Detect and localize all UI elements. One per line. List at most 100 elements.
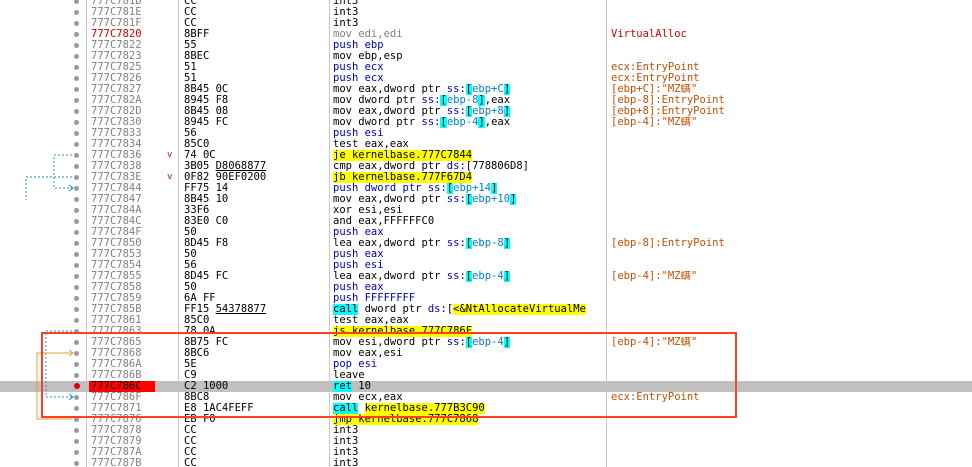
instruction-text[interactable]: push ecx — [333, 73, 606, 84]
instruction-row[interactable]: 777C784C 83E0 C0 and eax,FFFFFFC0 — [0, 216, 972, 227]
instruction-row[interactable]: 777C781F CC int3 — [0, 18, 972, 29]
instruction-row[interactable]: 777C7871 E8 1AC4FEFF call kernelbase.777B3… — [0, 403, 972, 414]
instruction-text[interactable]: mov dword ptr ss:[ebp-4],eax — [333, 117, 606, 128]
instruction-row[interactable]: 777C7850 8D45 F8 lea eax,dword ptr ss:[ebp… — [0, 238, 972, 249]
instruction-address[interactable]: 777C7876 — [91, 414, 161, 425]
instruction-text[interactable]: pop esi — [333, 359, 606, 370]
instruction-row[interactable]: 777C782A 8945 F8 mov dword ptr ss:[ebp-8],… — [0, 95, 972, 106]
instruction-address[interactable]: 777C786F — [91, 392, 161, 403]
instruction-address[interactable]: 777C7825 — [91, 62, 161, 73]
instruction-address[interactable]: 777C7820 — [91, 29, 161, 40]
instruction-address[interactable]: 777C781D — [91, 0, 161, 7]
instruction-row[interactable]: 777C781D CC int3 — [0, 0, 972, 7]
instruction-address[interactable]: 777C7855 — [91, 271, 161, 282]
instruction-address[interactable]: 777C786A — [91, 359, 161, 370]
instruction-text[interactable]: mov eax,dword ptr ss:[ebp+C] — [333, 84, 606, 95]
instruction-text[interactable]: int3 — [333, 7, 606, 18]
instruction-text[interactable]: int3 — [333, 425, 606, 436]
instruction-address[interactable]: 777C7822 — [91, 40, 161, 51]
instruction-row[interactable]: 777C781E CC int3 — [0, 7, 972, 18]
instruction-row[interactable]: 777C783E v 0F82 90EF0200 jb kernelbase.777F… — [0, 172, 972, 183]
instruction-text[interactable]: push ecx — [333, 62, 606, 73]
instruction-text[interactable]: push FFFFFFFF — [333, 293, 606, 304]
instruction-row[interactable]: 777C7879 CC int3 — [0, 436, 972, 447]
instruction-text[interactable]: call dword ptr ds:[<&NtAllocateVirtualMe — [333, 304, 606, 315]
instruction-text[interactable]: int3 — [333, 458, 606, 467]
instruction-row[interactable]: 777C785B FF15 54378877 call dword ptr ds:[… — [0, 304, 972, 315]
instruction-text[interactable]: int3 — [333, 447, 606, 458]
instruction-row[interactable]: 777C787A CC int3 — [0, 447, 972, 458]
instruction-address[interactable]: 777C7863 — [91, 326, 161, 337]
instruction-address[interactable]: 777C781F — [91, 18, 161, 29]
instruction-text[interactable]: push eax — [333, 227, 606, 238]
instruction-address[interactable]: 777C7859 — [91, 293, 161, 304]
instruction-text[interactable]: mov eax,dword ptr ss:[ebp+10] — [333, 194, 606, 205]
instruction-text[interactable]: mov esi,dword ptr ss:[ebp-4] — [333, 337, 606, 348]
instruction-row[interactable]: 777C784F 50 push eax — [0, 227, 972, 238]
instruction-text[interactable]: cmp eax,dword ptr ds:[778806D8] — [333, 161, 606, 172]
instruction-text[interactable]: leave — [333, 370, 606, 381]
instruction-address[interactable]: 777C781E — [91, 7, 161, 18]
instruction-row[interactable]: 777C7830 8945 FC mov dword ptr ss:[ebp-4],… — [0, 117, 972, 128]
instruction-address[interactable]: 777C7878 — [91, 425, 161, 436]
instruction-address[interactable]: 777C7879 — [91, 436, 161, 447]
instruction-address[interactable]: 777C7827 — [91, 84, 161, 95]
instruction-row[interactable]: 777C7853 50 push eax — [0, 249, 972, 260]
instruction-row[interactable]: 777C7822 55 push ebp — [0, 40, 972, 51]
instruction-row[interactable]: 777C7823 8BEC mov ebp,esp — [0, 51, 972, 62]
instruction-text[interactable]: js kernelbase.777C786F — [333, 326, 606, 337]
instruction-row[interactable]: 777C7833 56 push esi — [0, 128, 972, 139]
instruction-row[interactable]: 777C7858 50 push eax — [0, 282, 972, 293]
instruction-address[interactable]: 777C7854 — [91, 260, 161, 271]
instruction-address[interactable]: 777C786C — [89, 381, 155, 392]
instruction-address[interactable]: 777C7830 — [91, 117, 161, 128]
instruction-address[interactable]: 777C782A — [91, 95, 161, 106]
instruction-address[interactable]: 777C7833 — [91, 128, 161, 139]
instruction-address[interactable]: 777C7868 — [91, 348, 161, 359]
instruction-address[interactable]: 777C7861 — [91, 315, 161, 326]
instruction-row[interactable]: 777C7855 8D45 FC lea eax,dword ptr ss:[ebp… — [0, 271, 972, 282]
instruction-text[interactable]: mov edi,edi — [333, 29, 606, 40]
instruction-text[interactable]: mov ecx,eax — [333, 392, 606, 403]
instruction-row[interactable]: 777C7868 8BC6 mov eax,esi — [0, 348, 972, 359]
instruction-text[interactable]: int3 — [333, 18, 606, 29]
instruction-text[interactable]: push dword ptr ss:[ebp+14] — [333, 183, 606, 194]
instruction-text[interactable]: mov eax,dword ptr ss:[ebp+8] — [333, 106, 606, 117]
instruction-row[interactable]: 777C7865 8B75 FC mov esi,dword ptr ss:[ebp… — [0, 337, 972, 348]
instruction-text[interactable]: push eax — [333, 249, 606, 260]
instruction-address[interactable]: 777C785B — [91, 304, 161, 315]
instruction-text[interactable]: push ebp — [333, 40, 606, 51]
instruction-row[interactable]: 777C7826 51 push ecx ecx:EntryPoint — [0, 73, 972, 84]
instruction-row[interactable]: 777C7834 85C0 test eax,eax — [0, 139, 972, 150]
instruction-text[interactable]: int3 — [333, 0, 606, 7]
instruction-text[interactable]: mov eax,esi — [333, 348, 606, 359]
instruction-row[interactable]: 777C7820 8BFF mov edi,edi VirtualAlloc — [0, 29, 972, 40]
instruction-row[interactable]: 777C7844 FF75 14 push dword ptr ss:[ebp+14… — [0, 183, 972, 194]
instruction-row[interactable]: 777C7854 56 push esi — [0, 260, 972, 271]
instruction-address[interactable]: 777C7838 — [91, 161, 161, 172]
instruction-address[interactable]: 777C7823 — [91, 51, 161, 62]
instruction-row[interactable]: 777C786B C9 leave — [0, 370, 972, 381]
instruction-address[interactable]: 777C7826 — [91, 73, 161, 84]
instruction-address[interactable]: 777C7844 — [91, 183, 161, 194]
instruction-text[interactable]: mov ebp,esp — [333, 51, 606, 62]
instruction-row[interactable]: 777C786A 5E pop esi — [0, 359, 972, 370]
instruction-row[interactable]: 777C7876 EB F0 jmp kernelbase.777C7868 — [0, 414, 972, 425]
instruction-address[interactable]: 777C7865 — [91, 337, 161, 348]
instruction-row[interactable]: 777C7863 78 0A js kernelbase.777C786F — [0, 326, 972, 337]
instruction-address[interactable]: 777C787B — [91, 458, 161, 467]
instruction-address[interactable]: 777C787A — [91, 447, 161, 458]
instruction-address[interactable]: 777C7850 — [91, 238, 161, 249]
instruction-address[interactable]: 777C784F — [91, 227, 161, 238]
instruction-address[interactable]: 777C786B — [91, 370, 161, 381]
disassembly-view[interactable]: 777C781D CC int3 777C781E CC int3 777C781F CC in… — [0, 0, 972, 467]
instruction-row[interactable]: 777C786C C2 1000 ret 10 — [0, 381, 972, 392]
instruction-text[interactable]: mov dword ptr ss:[ebp-8],eax — [333, 95, 606, 106]
instruction-address[interactable]: 777C782D — [91, 106, 161, 117]
instruction-row[interactable]: 777C7838 3B05 D8068877 cmp eax,dword ptr d… — [0, 161, 972, 172]
instruction-address[interactable]: 777C784C — [91, 216, 161, 227]
instruction-row[interactable]: 777C7836 v 74 0C je kernelbase.777C7844 — [0, 150, 972, 161]
instruction-address[interactable]: 777C7858 — [91, 282, 161, 293]
instruction-text[interactable]: and eax,FFFFFFC0 — [333, 216, 606, 227]
instruction-text[interactable]: int3 — [333, 436, 606, 447]
